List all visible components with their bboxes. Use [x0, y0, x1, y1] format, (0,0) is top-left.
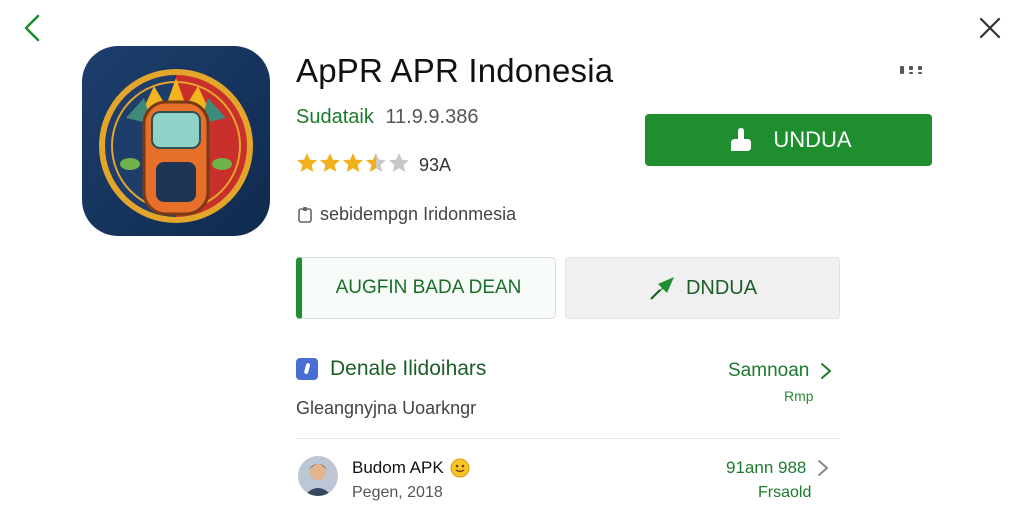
avatar[interactable] [298, 456, 338, 496]
blue-square-icon [296, 358, 318, 380]
divider [296, 438, 840, 439]
section-title: Denale Ilidoihars [330, 357, 487, 380]
star-rating [296, 152, 411, 179]
hand-icon [731, 128, 752, 151]
section-subtitle: Gleangnyjna Uoarkngr [296, 398, 477, 418]
star-icon [343, 153, 363, 172]
see-all-link[interactable]: Samnoan [728, 360, 833, 382]
developer-name[interactable]: Sudataik [296, 106, 374, 128]
back-button[interactable] [18, 12, 50, 44]
see-all-label: Samnoan [728, 360, 810, 381]
review-date: Pegen, 2018 [352, 484, 443, 501]
install-label: UNDUA [773, 127, 852, 152]
rating: 93A [296, 152, 451, 179]
close-button[interactable] [974, 12, 1006, 44]
app-title: ApPR APR Indonesia [296, 52, 614, 89]
star-icon [297, 153, 317, 172]
secondary-left-label: AUGFIN BADA DEAN [335, 277, 522, 298]
more-options-button[interactable] [896, 60, 930, 80]
close-icon [979, 17, 1001, 39]
secondary-left-button[interactable]: AUGFIN BADA DEAN [296, 257, 556, 319]
chevron-right-icon [818, 460, 829, 476]
more-dots-icon [900, 66, 922, 74]
review-stat-link[interactable]: 91ann 988 [726, 458, 830, 478]
review-stat-subtext: Frsaold [758, 484, 812, 501]
back-arrow-icon [24, 14, 40, 42]
install-button[interactable]: UNDUA [645, 114, 932, 166]
star-icon [366, 153, 386, 172]
developer-line: Sudataik 11.9.9.386 [296, 106, 478, 129]
app-icon [82, 46, 270, 236]
rating-count: 93A [419, 155, 452, 175]
app-info: sebidempgn Iridonmesia [296, 204, 516, 225]
app-version: 11.9.9.386 [385, 106, 479, 128]
star-icon [320, 153, 340, 172]
section-header: Denale Ilidoihars [296, 357, 486, 381]
smiley-emoji-icon [450, 458, 470, 478]
review-stat-label: 91ann 988 [726, 458, 807, 477]
review-author: Budom APK [352, 458, 470, 478]
app-info-text: sebidempgn Iridonmesia [320, 204, 517, 224]
review-author-name: Budom APK [352, 458, 444, 477]
leaf-arrow-icon [650, 277, 674, 300]
secondary-right-label: DNDUA [685, 276, 758, 299]
chevron-right-icon [821, 363, 832, 379]
star-icon [389, 153, 409, 172]
info-icon [298, 206, 312, 223]
secondary-right-button[interactable]: DNDUA [565, 257, 840, 319]
see-all-subtext: Rmp [784, 388, 814, 404]
